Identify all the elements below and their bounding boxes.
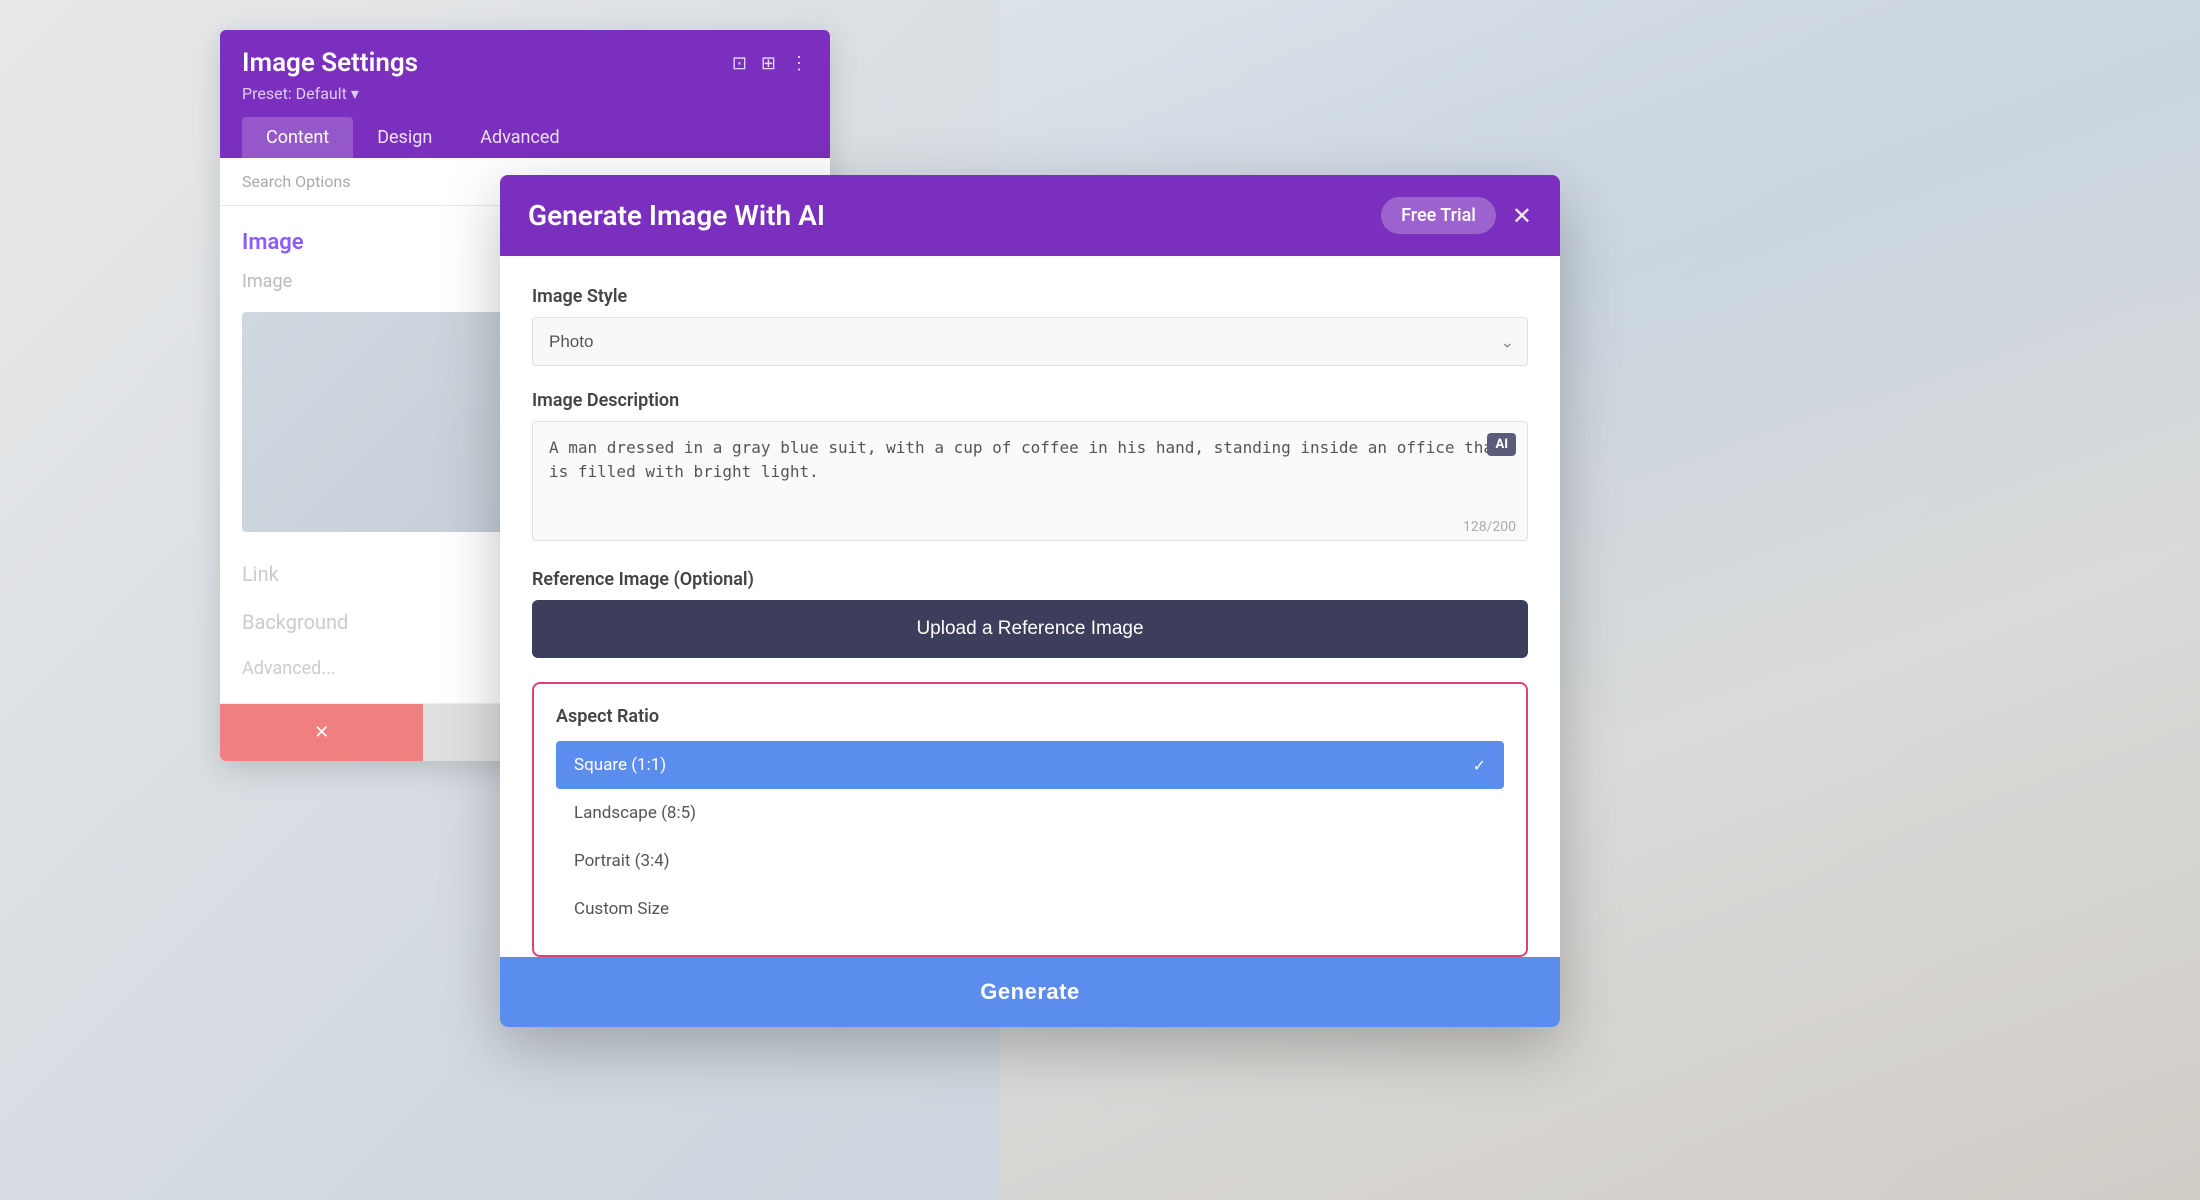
aspect-ratio-option-portrait[interactable]: Portrait (3:4) xyxy=(556,837,1504,885)
columns-icon[interactable]: ⊞ xyxy=(761,53,776,74)
close-button[interactable]: ✕ xyxy=(1512,204,1532,228)
aspect-ratio-option-landscape-label: Landscape (8:5) xyxy=(574,803,696,823)
more-icon[interactable]: ⋮ xyxy=(790,53,808,74)
ai-modal-header: Generate Image With AI Free Trial ✕ xyxy=(500,175,1560,256)
image-description-wrapper: A man dressed in a gray blue suit, with … xyxy=(532,421,1528,545)
image-style-label: Image Style xyxy=(532,286,1528,307)
aspect-ratio-label: Aspect Ratio xyxy=(556,706,1504,727)
aspect-ratio-option-square[interactable]: Square (1:1) ✓ xyxy=(556,741,1504,789)
aspect-ratio-option-custom[interactable]: Custom Size xyxy=(556,885,1504,933)
aspect-ratio-section: Aspect Ratio Square (1:1) ✓ Landscape (8… xyxy=(532,682,1528,957)
generate-button[interactable]: Generate xyxy=(500,957,1560,1027)
tab-design[interactable]: Design xyxy=(353,117,456,158)
preset-label[interactable]: Preset: Default ▾ xyxy=(242,84,808,103)
cancel-icon: ✕ xyxy=(314,722,329,743)
settings-panel-icons: ⊡ ⊞ ⋮ xyxy=(732,53,808,74)
ai-modal-footer: Generate xyxy=(500,957,1560,1027)
settings-panel-title: Image Settings xyxy=(242,48,418,78)
ai-modal-title: Generate Image With AI xyxy=(528,199,825,232)
cancel-button[interactable]: ✕ xyxy=(220,704,423,761)
settings-panel-tabs: Content Design Advanced xyxy=(242,117,808,158)
settings-panel-header: Image Settings ⊡ ⊞ ⋮ Preset: Default ▾ C… xyxy=(220,30,830,158)
reference-image-label: Reference Image (Optional) xyxy=(532,569,1528,590)
expand-icon[interactable]: ⊡ xyxy=(732,53,747,74)
aspect-ratio-option-custom-label: Custom Size xyxy=(574,899,669,919)
aspect-ratio-option-square-label: Square (1:1) xyxy=(574,755,666,775)
ai-modal-body: Image Style Photo Illustration Painting … xyxy=(500,256,1560,957)
ai-modal: Generate Image With AI Free Trial ✕ Imag… xyxy=(500,175,1560,1027)
image-style-select-wrapper: Photo Illustration Painting 3D Render Sk… xyxy=(532,317,1528,366)
search-placeholder: Search Options xyxy=(242,172,350,191)
ai-modal-header-right: Free Trial ✕ xyxy=(1381,197,1532,234)
checkmark-icon: ✓ xyxy=(1473,756,1486,775)
char-count: 128/200 xyxy=(1463,519,1516,535)
upload-reference-button[interactable]: Upload a Reference Image xyxy=(532,600,1528,658)
settings-panel-title-row: Image Settings ⊡ ⊞ ⋮ xyxy=(242,48,808,78)
aspect-ratio-option-landscape[interactable]: Landscape (8:5) xyxy=(556,789,1504,837)
tab-advanced[interactable]: Advanced xyxy=(456,117,583,158)
ai-badge: AI xyxy=(1487,433,1516,456)
free-trial-badge[interactable]: Free Trial xyxy=(1381,197,1496,234)
tab-content[interactable]: Content xyxy=(242,117,353,158)
image-description-textarea[interactable]: A man dressed in a gray blue suit, with … xyxy=(532,421,1528,541)
aspect-ratio-option-portrait-label: Portrait (3:4) xyxy=(574,851,670,871)
image-description-label: Image Description xyxy=(532,390,1528,411)
image-style-select[interactable]: Photo Illustration Painting 3D Render Sk… xyxy=(532,317,1528,366)
